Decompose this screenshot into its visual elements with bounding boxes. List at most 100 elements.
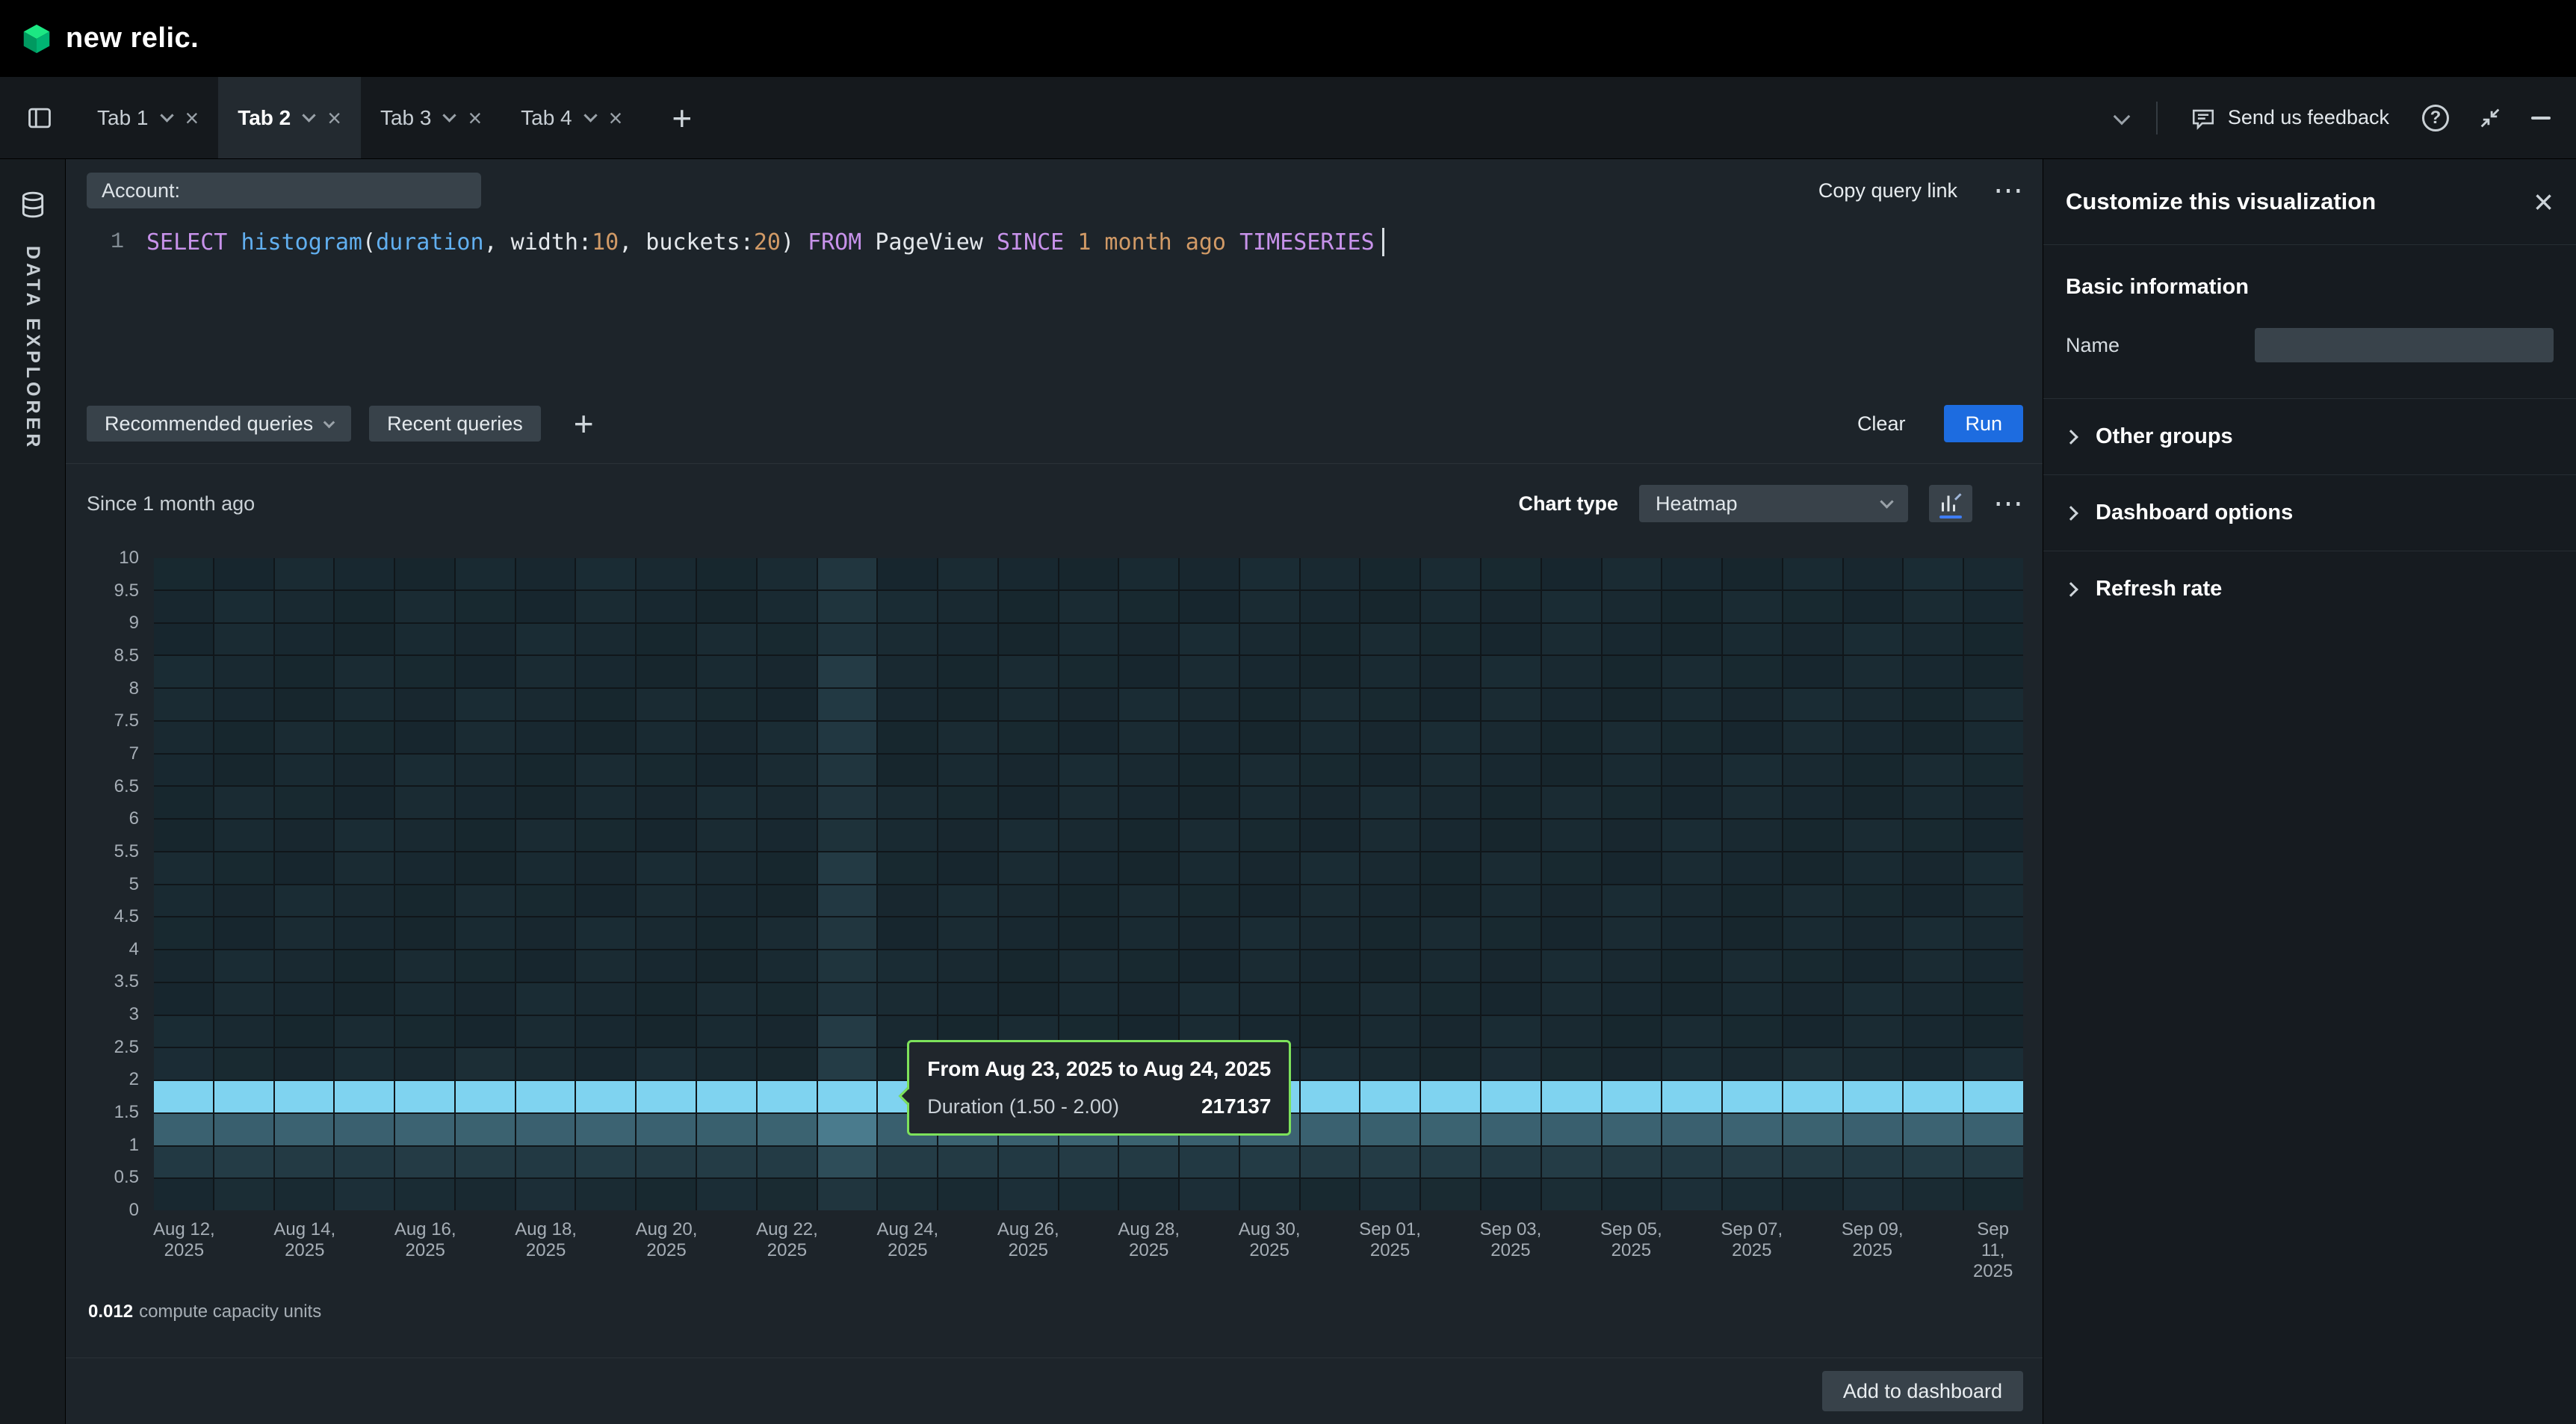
clear-button[interactable]: Clear — [1853, 412, 1910, 436]
database-icon[interactable] — [19, 191, 47, 219]
heatmap-cell — [1059, 1147, 1118, 1178]
heatmap-cell — [456, 1048, 515, 1080]
heatmap-cell — [1723, 656, 1782, 687]
newrelic-logo[interactable]: new relic. — [19, 22, 199, 56]
rail-label: DATA EXPLORER — [22, 246, 43, 451]
heatmap-cell — [758, 983, 817, 1015]
tab-chevron-icon[interactable] — [583, 108, 597, 122]
heatmap-cell — [1421, 852, 1480, 884]
heatmap-cell — [214, 1048, 273, 1080]
heatmap-cell — [999, 656, 1058, 687]
chart-type-select[interactable]: Heatmap — [1639, 485, 1908, 522]
sidebar-toggle-icon[interactable] — [21, 77, 58, 158]
heatmap-cell — [395, 1081, 454, 1112]
heatmap-cell — [1481, 558, 1541, 589]
tab-tab-1[interactable]: Tab 1× — [78, 77, 218, 158]
heatmap-cell — [1904, 820, 1963, 851]
name-label: Name — [2066, 334, 2120, 357]
edit-chart-icon[interactable] — [1929, 485, 1972, 522]
add-tab-button[interactable]: + — [664, 77, 699, 158]
heatmap-cell — [878, 1147, 937, 1178]
heatmap-cell — [214, 755, 273, 786]
heatmap-cell — [456, 917, 515, 949]
heatmap-cell — [1542, 950, 1601, 982]
panel-section-refresh-rate[interactable]: Refresh rate — [2043, 551, 2576, 627]
heatmap-cell — [576, 983, 635, 1015]
heatmap-cell — [576, 1016, 635, 1047]
panel-section-other-groups[interactable]: Other groups — [2043, 398, 2576, 474]
heatmap-cell — [818, 885, 877, 917]
compute-capacity-label: compute capacity units — [139, 1301, 321, 1322]
heatmap-cell — [456, 1179, 515, 1210]
recommended-queries-button[interactable]: Recommended queries — [87, 406, 351, 442]
tab-tab-4[interactable]: Tab 4× — [501, 77, 642, 158]
query-more-menu-icon[interactable]: ⋯ — [1993, 176, 2023, 205]
nrql-query-input[interactable]: 1 SELECT histogram(duration, width:10, b… — [87, 228, 2023, 256]
heatmap-cell — [1059, 755, 1118, 786]
heatmap-cell — [1603, 1016, 1662, 1047]
heatmap-cell — [697, 852, 756, 884]
help-icon[interactable]: ? — [2422, 105, 2449, 131]
heatmap-cell — [214, 917, 273, 949]
heatmap-cell — [576, 722, 635, 753]
heatmap-cell — [1964, 591, 2023, 622]
minimize-icon[interactable] — [2531, 117, 2551, 120]
heatmap-cell — [637, 820, 696, 851]
run-button[interactable]: Run — [1944, 405, 2023, 442]
heatmap-cell — [1662, 787, 1721, 818]
heatmap-cell — [214, 1016, 273, 1047]
heatmap-plot[interactable]: From Aug 23, 2025 to Aug 24, 2025 Durati… — [154, 558, 2023, 1210]
collapse-window-icon[interactable] — [2477, 105, 2503, 131]
tab-close-icon[interactable]: × — [609, 106, 623, 130]
recent-queries-button[interactable]: Recent queries — [369, 406, 541, 442]
heatmap-cell — [516, 917, 575, 949]
heatmap-cell — [697, 820, 756, 851]
copy-query-link-button[interactable]: Copy query link — [1818, 179, 1957, 202]
tab-overflow-chevron-icon[interactable] — [2116, 114, 2128, 123]
heatmap-cell — [1904, 1147, 1963, 1178]
panel-section-dashboard-options[interactable]: Dashboard options — [2043, 474, 2576, 551]
tab-tab-2[interactable]: Tab 2× — [218, 77, 361, 158]
heatmap-cell — [154, 656, 213, 687]
heatmap-cell — [1481, 1179, 1541, 1210]
heatmap-cell — [1360, 1016, 1419, 1047]
heatmap-cell — [1542, 624, 1601, 655]
heatmap-cell — [1603, 1114, 1662, 1145]
chart-more-menu-icon[interactable]: ⋯ — [1993, 489, 2023, 518]
heatmap-cell — [818, 1147, 877, 1178]
heatmap-cell — [1723, 1147, 1782, 1178]
heatmap-cell — [1662, 1048, 1721, 1080]
add-query-button[interactable]: + — [568, 403, 600, 444]
heatmap-cell — [818, 722, 877, 753]
tooltip-metric: Duration (1.50 - 2.00) — [927, 1095, 1119, 1118]
close-icon[interactable]: × — [2533, 185, 2554, 219]
tab-close-icon[interactable]: × — [185, 106, 199, 130]
add-to-dashboard-button[interactable]: Add to dashboard — [1822, 1371, 2023, 1411]
heatmap-cell — [1421, 656, 1480, 687]
heatmap-cell — [878, 689, 937, 720]
heatmap-cell — [697, 558, 756, 589]
tab-chevron-icon[interactable] — [160, 108, 173, 122]
heatmap-cell — [697, 1179, 756, 1210]
heatmap-cell — [576, 1081, 635, 1112]
send-feedback-button[interactable]: Send us feedback — [2186, 105, 2394, 131]
heatmap-cell — [1481, 950, 1541, 982]
tab-chevron-icon[interactable] — [443, 108, 456, 122]
heatmap-cell — [818, 787, 877, 818]
heatmap-cell — [1542, 1081, 1601, 1112]
tab-tab-3[interactable]: Tab 3× — [361, 77, 501, 158]
heatmap-cell — [1964, 787, 2023, 818]
heatmap-cell — [1723, 1081, 1782, 1112]
heatmap-cell — [1421, 1114, 1480, 1145]
heatmap-cell — [697, 917, 756, 949]
heatmap-cell — [395, 1048, 454, 1080]
tab-chevron-icon[interactable] — [303, 108, 316, 122]
heatmap-cell — [576, 917, 635, 949]
account-picker[interactable]: Account: — [87, 173, 481, 208]
heatmap-cell — [1059, 1179, 1118, 1210]
heatmap-cell — [1783, 1016, 1842, 1047]
y-axis: 109.598.587.576.565.554.543.532.521.510.… — [87, 558, 154, 1210]
tab-close-icon[interactable]: × — [468, 106, 482, 130]
name-input[interactable] — [2255, 328, 2554, 362]
tab-close-icon[interactable]: × — [327, 106, 341, 130]
